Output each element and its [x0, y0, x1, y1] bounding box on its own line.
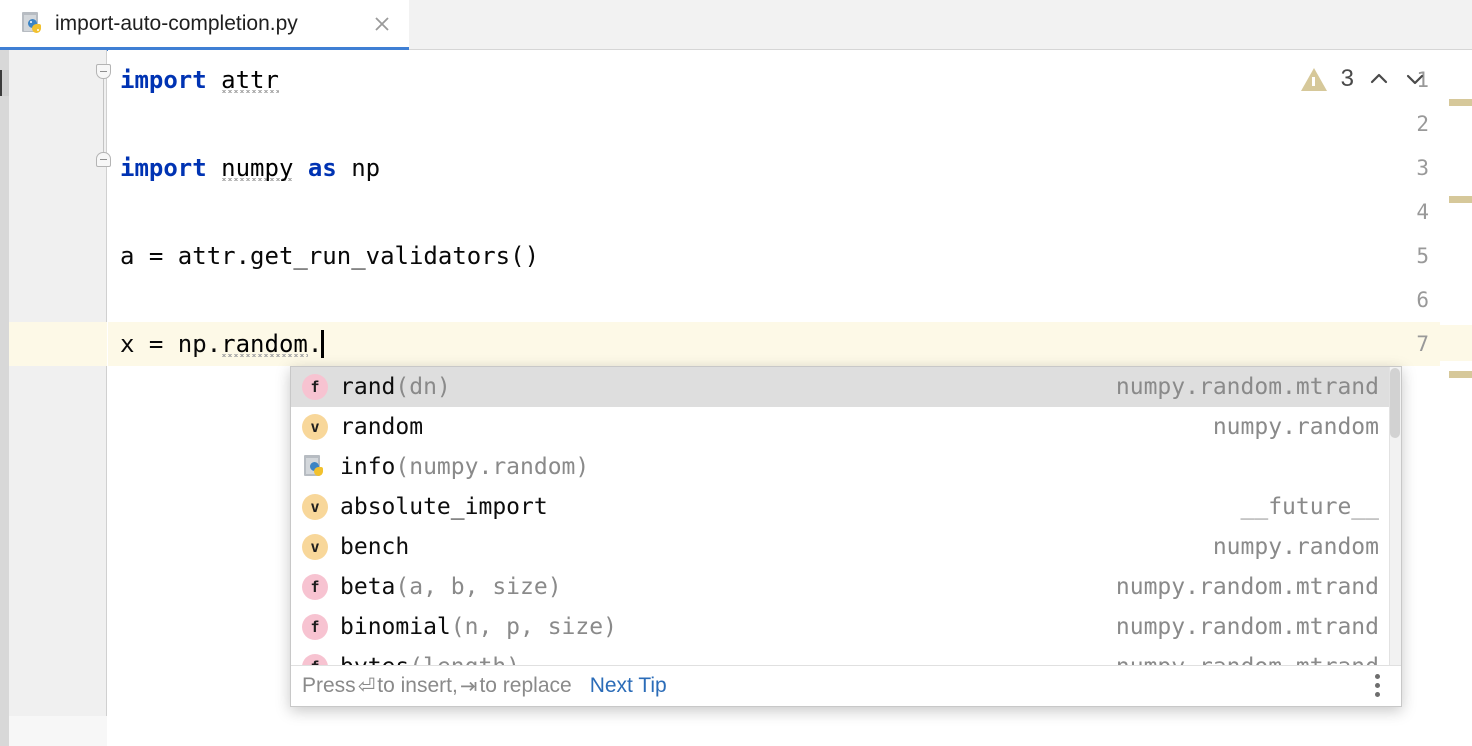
- completion-item[interactable]: vrandom numpy.random: [291, 407, 1401, 447]
- tool-window-button[interactable]: [0, 70, 9, 96]
- code-token: attr: [221, 66, 279, 95]
- code-line[interactable]: import numpy as np: [108, 146, 380, 190]
- code-fold-toggle[interactable]: [96, 152, 111, 167]
- code-line[interactable]: x = np.random.: [108, 322, 324, 366]
- completion-item-origin: numpy.random: [1183, 414, 1379, 440]
- completion-item-params: (numpy.random): [395, 454, 589, 480]
- stripe-warning-marker[interactable]: [1449, 99, 1472, 106]
- completion-item-origin: __future__: [1211, 494, 1379, 520]
- footer-hint-prefix: Press: [302, 674, 356, 698]
- editor-gutter-filler: [9, 716, 107, 746]
- next-tip-link[interactable]: Next Tip: [590, 674, 667, 698]
- code-token: [207, 66, 221, 94]
- code-token: .: [308, 330, 322, 358]
- completion-item-name: bench: [340, 534, 409, 560]
- inspection-widget[interactable]: 3: [1301, 62, 1426, 96]
- editor-gutter[interactable]: [9, 50, 107, 746]
- stripe-warning-marker[interactable]: [1449, 196, 1472, 203]
- footer-hint-mid: to insert,: [377, 674, 458, 698]
- completion-scrollbar-thumb[interactable]: [1390, 368, 1400, 438]
- fold-region-line: [103, 72, 104, 160]
- warning-triangle-icon: [1301, 68, 1327, 91]
- editor-tab-bar: import-auto-completion.py: [0, 0, 1472, 50]
- more-options-icon[interactable]: [1367, 672, 1387, 698]
- error-stripe[interactable]: [1440, 50, 1472, 746]
- function-kind-icon: f: [302, 614, 328, 640]
- left-tool-window-stripe: [0, 50, 9, 746]
- code-token: import: [120, 154, 207, 182]
- line-number: 4: [1389, 190, 1429, 234]
- text-caret: [321, 330, 324, 358]
- close-icon[interactable]: [371, 13, 393, 35]
- code-token: np: [351, 154, 380, 182]
- completion-item-origin: numpy.random.mtrand: [1086, 614, 1379, 640]
- completion-item-name: info: [340, 454, 395, 480]
- completion-list[interactable]: frand(dn)numpy.random.mtrandvrandomnumpy…: [291, 367, 1401, 666]
- code-token: numpy: [221, 154, 293, 183]
- chevron-down-icon[interactable]: [1404, 68, 1426, 90]
- editor-tab-import-auto-completion[interactable]: import-auto-completion.py: [0, 0, 409, 48]
- completion-item[interactable]: frand(dn) numpy.random.mtrand: [291, 367, 1401, 407]
- line-number: 3: [1389, 146, 1429, 190]
- python-file-icon: [22, 12, 44, 36]
- completion-item-params: (dn): [395, 374, 450, 400]
- completion-item-name: binomial: [340, 614, 451, 640]
- footer-hint-suffix: to replace: [479, 674, 571, 698]
- completion-item-name: random: [340, 414, 423, 440]
- completion-item-name: beta: [340, 574, 395, 600]
- line-number: 2: [1389, 102, 1429, 146]
- code-completion-popup[interactable]: frand(dn)numpy.random.mtrandvrandomnumpy…: [290, 366, 1402, 707]
- line-number: 5: [1389, 234, 1429, 278]
- code-token: random: [221, 330, 308, 359]
- code-line[interactable]: [108, 278, 120, 322]
- completion-item[interactable]: v absolute_import __future__: [291, 487, 1401, 527]
- stripe-current-line: [1440, 325, 1472, 361]
- code-line[interactable]: [108, 102, 120, 146]
- completion-item-origin: numpy.random: [1183, 534, 1379, 560]
- code-token: x = np.: [120, 330, 221, 358]
- variable-kind-icon: v: [302, 414, 328, 440]
- completion-footer: Press ⏎ to insert, ⇥ to replace Next Tip: [291, 665, 1401, 706]
- completion-item[interactable]: info (numpy.random): [291, 447, 1401, 487]
- gutter-current-line-highlight: [9, 322, 107, 366]
- completion-item[interactable]: vbench numpy.random: [291, 527, 1401, 567]
- enter-key-icon: ⏎: [356, 674, 378, 698]
- completion-item[interactable]: fbeta(a, b, size) numpy.random.mtrand: [291, 567, 1401, 607]
- line-number: 7: [1389, 322, 1429, 366]
- stripe-warning-marker[interactable]: [1449, 371, 1472, 378]
- function-kind-icon: f: [302, 374, 328, 400]
- code-token: [207, 154, 221, 182]
- completion-item[interactable]: fbytes(length)numpy.random.mtrand: [291, 647, 1401, 666]
- code-token: as: [308, 154, 337, 182]
- code-line[interactable]: import attr: [108, 58, 279, 102]
- chevron-up-icon[interactable]: [1368, 68, 1390, 90]
- completion-item-origin: numpy.random.mtrand: [1086, 374, 1379, 400]
- ide-window: import-auto-completion.py import attrimp…: [0, 0, 1472, 746]
- code-token: [337, 154, 351, 182]
- code-line[interactable]: a = attr.get_run_validators(): [108, 234, 539, 278]
- code-token: [293, 154, 307, 182]
- completion-item-origin: numpy.random.mtrand: [1086, 574, 1379, 600]
- warning-count: 3: [1341, 65, 1354, 93]
- variable-kind-icon: v: [302, 494, 328, 520]
- completion-item-name: absolute_import: [340, 494, 548, 520]
- editor-tab-label: import-auto-completion.py: [55, 12, 298, 36]
- code-line[interactable]: [108, 190, 120, 234]
- completion-scrollbar[interactable]: [1389, 367, 1401, 666]
- function-kind-icon: f: [302, 574, 328, 600]
- code-token: a = attr.get_run_validators(): [120, 242, 539, 270]
- completion-item-params: (a, b, size): [395, 574, 561, 600]
- completion-item[interactable]: f binomial(n, p, size) numpy.random.mtrand: [291, 607, 1401, 647]
- variable-kind-icon: v: [302, 534, 328, 560]
- code-token: import: [120, 66, 207, 94]
- completion-item-params: (n, p, size): [451, 614, 617, 640]
- line-number: 6: [1389, 278, 1429, 322]
- code-fold-toggle[interactable]: [96, 64, 111, 79]
- completion-item-name: rand: [340, 374, 395, 400]
- tab-key-icon: ⇥: [458, 674, 480, 698]
- python-module-icon: [302, 454, 328, 480]
